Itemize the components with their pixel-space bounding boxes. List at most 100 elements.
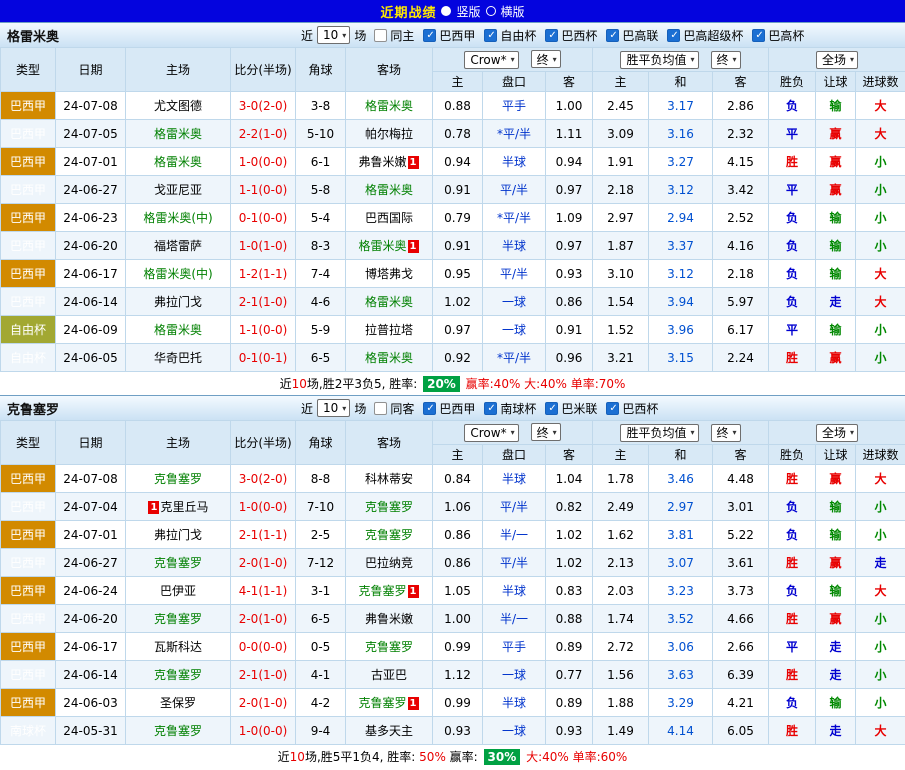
away-team-cell: 克鲁塞罗 [346,493,433,521]
same-venue-checkbox[interactable] [374,29,387,42]
odds-stage-select[interactable]: 终▾ [531,423,561,441]
col-away: 客场 [346,48,433,92]
same-venue-label[interactable]: 同客 [390,400,414,417]
odds-source-select[interactable]: Crow*▾ [464,424,518,442]
score-cell: 2-0(1-0) [231,605,296,633]
match-row: 巴西甲24-06-17瓦斯科达0-0(0-0)0-5克鲁塞罗0.99平手0.89… [1,633,905,661]
handicap-cell: 半/一 [483,605,546,633]
league-filter-label[interactable]: 巴西甲 [439,400,475,417]
avg-home-cell: 1.56 [593,661,649,689]
odds-source-select[interactable]: Crow*▾ [464,51,518,69]
handicap-result-cell: 输 [816,232,856,260]
col-type: 类型 [1,48,56,92]
layout-horizontal-label[interactable]: 横版 [501,3,525,20]
league-filter-checkbox[interactable] [752,29,765,42]
league-filter-checkbox[interactable] [606,29,619,42]
date-cell: 24-06-24 [56,577,126,605]
league-filter-checkbox[interactable] [545,29,558,42]
team-label: 弗鲁米嫩 [365,612,413,626]
handicap-cell: 平/半 [483,493,546,521]
result-cell: 负 [769,577,816,605]
match-row: 巴西甲24-06-24巴伊亚4-1(1-1)3-1克鲁塞罗11.05半球0.83… [1,577,905,605]
odds-home-cell: 0.92 [433,344,483,372]
team-label: 弗拉门戈 [154,295,202,309]
same-venue-checkbox[interactable] [374,402,387,415]
scope-select[interactable]: 全场▾ [816,51,858,69]
subcol-header: 盘口 [483,72,546,92]
goals-result-cell: 小 [856,344,905,372]
handicap-cell: 平手 [483,92,546,120]
odds-home-cell: 0.78 [433,120,483,148]
subcol-header: 客 [546,445,593,465]
score-cell: 3-0(2-0) [231,92,296,120]
subcol-header: 主 [433,72,483,92]
recent-count-select[interactable]: 10▾ [317,399,350,417]
corner-cell: 7-12 [296,549,346,577]
league-filter-checkbox[interactable] [423,29,436,42]
date-cell: 24-06-03 [56,689,126,717]
summary-segment: 50% [419,750,446,764]
away-team-cell: 古亚巴 [346,661,433,689]
odds-away-cell: 0.97 [546,176,593,204]
avg-home-cell: 2.49 [593,493,649,521]
score-cell: 1-2(1-1) [231,260,296,288]
result-cell: 负 [769,92,816,120]
team-label: 格雷米奥 [154,323,202,337]
league-filter-label[interactable]: 巴西杯 [561,27,597,44]
league-filter-label[interactable]: 巴西甲 [439,27,475,44]
league-filter-checkbox[interactable] [606,402,619,415]
avg-source-select[interactable]: 胜平负均值▾ [620,51,698,69]
subcol-header: 客 [546,72,593,92]
league-filter-checkbox[interactable] [484,402,497,415]
team-label: 尤文图德 [154,99,202,113]
goals-result-cell: 走 [856,549,905,577]
results-table: 类型日期主场比分(半场)角球客场Crow*▾终▾胜平负均值▾终▾全场▾主盘口客主… [0,47,905,372]
date-cell: 24-07-08 [56,92,126,120]
scope-select[interactable]: 全场▾ [816,424,858,442]
date-cell: 24-07-05 [56,120,126,148]
team-label: 瓦斯科达 [154,640,202,654]
date-cell: 24-07-01 [56,148,126,176]
league-filter-label[interactable]: 南球杯 [500,400,536,417]
odds-home-cell: 0.97 [433,316,483,344]
avg-stage-select[interactable]: 终▾ [711,424,741,442]
avg-stage-select[interactable]: 终▾ [711,51,741,69]
summary-segment: 赢率: [446,748,482,765]
league-filter-label[interactable]: 巴高超级杯 [683,27,743,44]
league-filter-checkbox[interactable] [667,29,680,42]
filters-bar: 近10▾场同客巴西甲南球杯巴米联巴西杯 [300,399,660,417]
league-cell: 巴西甲 [1,288,56,316]
corner-cell: 4-2 [296,689,346,717]
corner-cell: 9-4 [296,717,346,745]
team-name: 克鲁塞罗 [0,399,300,418]
avg-draw-cell: 3.46 [649,465,713,493]
odds-stage-select[interactable]: 终▾ [531,50,561,68]
away-team-cell: 科林蒂安 [346,465,433,493]
league-filter-label[interactable]: 自由杯 [500,27,536,44]
layout-vertical-radio[interactable] [441,6,451,16]
handicap-cell: 半球 [483,148,546,176]
league-filter-checkbox[interactable] [484,29,497,42]
league-filter-checkbox[interactable] [423,402,436,415]
goals-result-cell: 大 [856,465,905,493]
avg-source-select[interactable]: 胜平负均值▾ [620,424,698,442]
home-team-cell: 克鲁塞罗 [126,717,231,745]
league-filter-label[interactable]: 巴西杯 [622,400,658,417]
league-filter-label[interactable]: 巴高联 [622,27,658,44]
handicap-result-cell: 输 [816,260,856,288]
league-filter-checkbox[interactable] [545,402,558,415]
league-filter-label[interactable]: 巴高杯 [768,27,804,44]
dropdown-arrow-icon: ▾ [691,428,695,437]
handicap-cell: 半球 [483,689,546,717]
layout-horizontal-radio[interactable] [486,6,496,16]
avg-home-cell: 1.52 [593,316,649,344]
layout-vertical-label[interactable]: 竖版 [456,3,480,20]
corner-cell: 7-10 [296,493,346,521]
col-home: 主场 [126,421,231,465]
team-label: 帕尔梅拉 [365,127,413,141]
league-filter-label[interactable]: 巴米联 [561,400,597,417]
recent-count-select[interactable]: 10▾ [317,26,350,44]
same-venue-label[interactable]: 同主 [390,27,414,44]
summary-segment: 场,胜2平3负5, 胜率: [307,375,421,392]
score-cell: 2-1(1-1) [231,521,296,549]
